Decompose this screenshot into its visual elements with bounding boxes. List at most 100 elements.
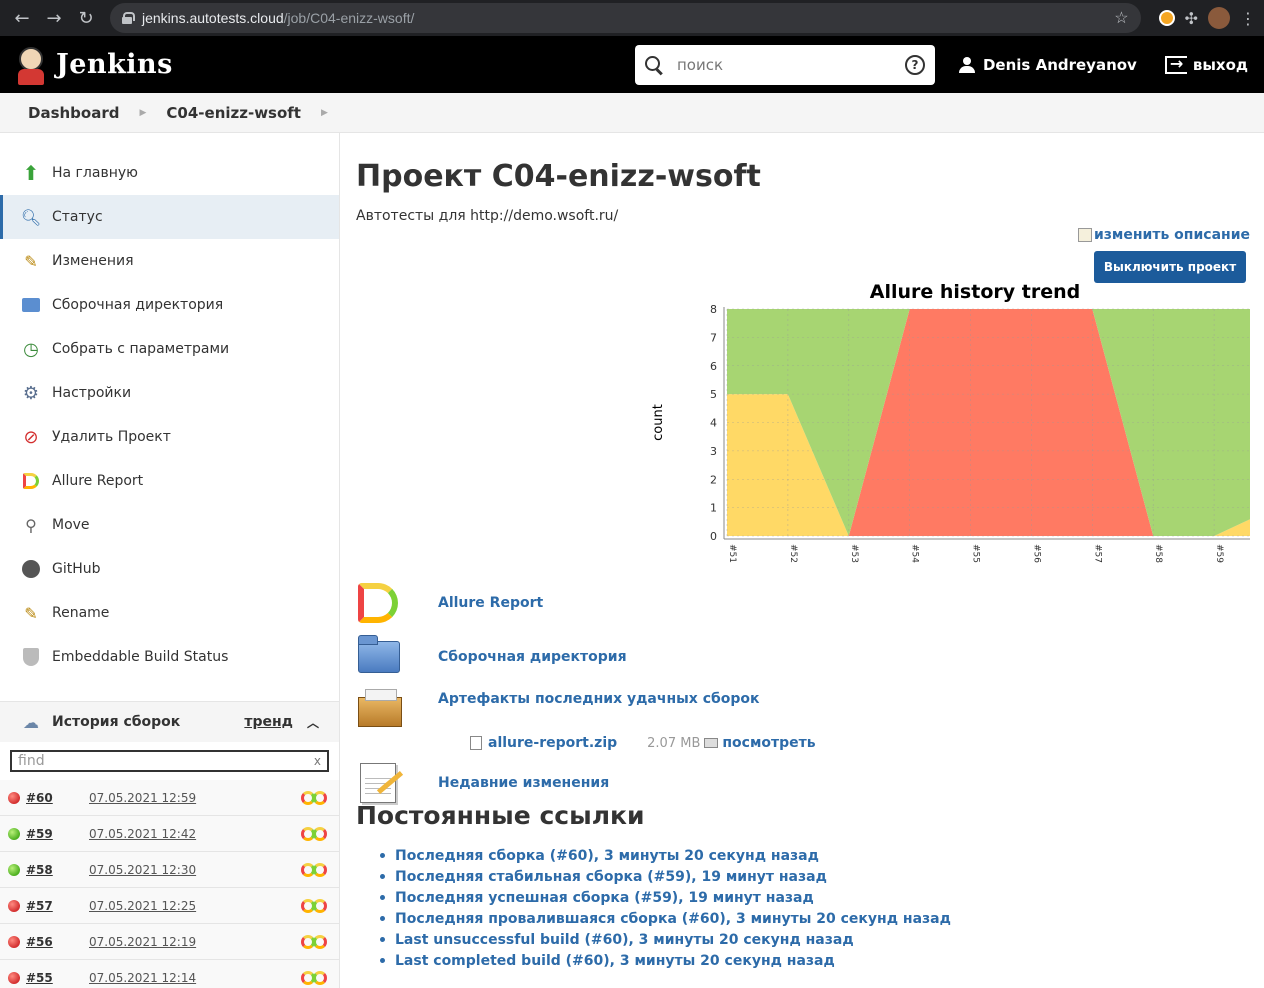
build-row[interactable]: #60 07.05.2021 12:59 (0, 780, 339, 816)
trend-link[interactable]: тренд (244, 714, 293, 730)
jenkins-logo[interactable]: Jenkins (16, 45, 173, 85)
build-date-link[interactable]: 07.05.2021 12:30 (89, 863, 196, 877)
allure-report-link[interactable]: Allure Report (438, 595, 543, 611)
box-icon (356, 689, 406, 733)
link-allure-report[interactable]: Allure Report (356, 581, 816, 625)
sidebar-item-build-with-params[interactable]: ◷ Собрать с параметрами (0, 327, 339, 371)
sidebar-item-delete[interactable]: ⊘ Удалить Проект (0, 415, 339, 459)
x-tick-label: #53 (849, 544, 859, 563)
artifacts-link[interactable]: Артефакты последних удачных сборок (438, 691, 760, 707)
y-tick-label: 1 (710, 502, 717, 515)
link-recent-changes[interactable]: Недавние изменения (356, 761, 816, 805)
build-date-link[interactable]: 07.05.2021 12:59 (89, 791, 196, 805)
sidebar-item-rename[interactable]: ✎ Rename (0, 591, 339, 635)
profile-avatar[interactable] (1208, 7, 1230, 29)
build-row[interactable]: #57 07.05.2021 12:25 (0, 888, 339, 924)
allure-mini-icon[interactable] (301, 862, 331, 877)
build-date-link[interactable]: 07.05.2021 12:42 (89, 827, 196, 841)
sidebar-item-embeddable-status[interactable]: Embeddable Build Status (0, 635, 339, 679)
chevron-up-icon[interactable]: ︿ (307, 714, 319, 731)
no-entry-icon: ⊘ (23, 426, 39, 448)
status-ball-icon (8, 971, 20, 984)
sidebar-item-label: Embeddable Build Status (52, 649, 229, 665)
allure-mini-icon[interactable] (301, 970, 331, 985)
back-icon[interactable]: ← (8, 4, 36, 32)
y-tick-label: 5 (710, 388, 717, 401)
address-bar[interactable]: jenkins.autotests.cloud/job/C04-enizz-ws… (110, 3, 1141, 33)
project-description: Автотесты для http://demo.wsoft.ru/ (356, 208, 619, 224)
sidebar-item-label: Удалить Проект (52, 429, 171, 445)
build-row[interactable]: #58 07.05.2021 12:30 (0, 852, 339, 888)
build-date-link[interactable]: 07.05.2021 12:19 (89, 935, 196, 949)
gear-icon: ⚙ (22, 382, 40, 404)
artifact-view-link[interactable]: посмотреть (722, 735, 815, 751)
sidebar-item-workspace[interactable]: Сборочная директория (0, 283, 339, 327)
sidebar-item-status[interactable]: 🔍︎ Статус (0, 195, 339, 239)
url-path: /job/C04-enizz-wsoft/ (283, 10, 415, 26)
breadcrumb-project[interactable]: C04-enizz-wsoft (166, 104, 301, 122)
permalink-item[interactable]: Last unsuccessful build (#60), 3 минуты … (380, 929, 951, 950)
clear-filter-icon[interactable]: x (314, 754, 321, 768)
edit-description-link[interactable]: изменить описание (1077, 227, 1250, 243)
breadcrumb-dashboard[interactable]: Dashboard (28, 104, 119, 122)
build-row[interactable]: #59 07.05.2021 12:42 (0, 816, 339, 852)
build-date-link[interactable]: 07.05.2021 12:14 (89, 971, 196, 985)
build-history-header: ☁ История сборок тренд ︿ (0, 702, 339, 742)
permalinks-title: Постоянные ссылки (356, 801, 645, 830)
allure-trend-chart[interactable]: Allure history trend 0 1 2 3 4 5 6 7 8 #51 #52 #53 #5… (646, 281, 1250, 585)
build-number-link[interactable]: #57 (26, 899, 89, 913)
permalink-item[interactable]: Последняя успешная сборка (#59), 19 мину… (380, 887, 951, 908)
puzzle-icon[interactable]: ✣ (1185, 9, 1198, 28)
build-date-link[interactable]: 07.05.2021 12:25 (89, 899, 196, 913)
notepad-icon: ✎ (24, 603, 38, 623)
allure-mini-icon[interactable] (301, 790, 331, 805)
sidebar-item-changes[interactable]: ✎ Изменения (0, 239, 339, 283)
build-history: ☁ История сборок тренд ︿ find x #60 07.05… (0, 701, 339, 988)
build-number-link[interactable]: #58 (26, 863, 89, 877)
menu-dots-icon[interactable]: ⋮ (1240, 9, 1256, 28)
star-icon[interactable]: ☆ (1114, 8, 1128, 28)
user-name: Denis Andreyanov (982, 55, 1137, 74)
reload-icon[interactable]: ↻ (72, 4, 100, 32)
build-number-link[interactable]: #59 (26, 827, 89, 841)
workspace-link[interactable]: Сборочная директория (438, 649, 627, 665)
allure-mini-icon[interactable] (301, 898, 331, 913)
build-number-link[interactable]: #56 (26, 935, 89, 949)
logout-link[interactable]: выход (1164, 54, 1248, 74)
sidebar-item-allure[interactable]: Allure Report (0, 459, 339, 503)
clock-icon: ◷ (23, 338, 39, 360)
user-link[interactable]: Denis Andreyanov (958, 55, 1137, 74)
sidebar-item-github[interactable]: GitHub (0, 547, 339, 591)
artifact-file-link[interactable]: allure-report.zip (488, 735, 617, 751)
x-tick-label: #54 (910, 544, 920, 563)
x-tick-label: #55 (971, 544, 981, 563)
chevron-right-icon[interactable]: ▶ (139, 108, 146, 118)
permalink-item[interactable]: Последняя стабильная сборка (#59), 19 ми… (380, 866, 951, 887)
sidebar-item-move[interactable]: ⚲ Move (0, 503, 339, 547)
recent-changes-link[interactable]: Недавние изменения (438, 775, 609, 791)
disable-project-button[interactable]: Выключить проект (1094, 251, 1246, 283)
build-number-link[interactable]: #55 (26, 971, 89, 985)
sidebar-item-configure[interactable]: ⚙ Настройки (0, 371, 339, 415)
build-history-title: История сборок (52, 714, 181, 730)
link-artifacts[interactable]: Артефакты последних удачных сборок (356, 689, 816, 733)
permalink-item[interactable]: Последняя сборка (#60), 3 минуты 20 секу… (380, 845, 951, 866)
sidebar-item-label: Rename (52, 605, 110, 621)
allure-mini-icon[interactable] (301, 934, 331, 949)
forward-icon[interactable]: → (40, 4, 68, 32)
trend-chart-svg: Allure history trend 0 1 2 3 4 5 6 7 8 #51 #52 #53 #5… (651, 281, 1250, 563)
sidebar-item-label: Move (52, 517, 90, 533)
build-filter-input[interactable]: find x (10, 750, 329, 772)
permalink-item[interactable]: Последняя провалившаяся сборка (#60), 3 … (380, 908, 951, 929)
sidebar-item-home[interactable]: ⬆ На главную (0, 151, 339, 195)
link-workspace[interactable]: Сборочная директория (356, 635, 816, 679)
extension-icon[interactable] (1158, 10, 1175, 26)
allure-mini-icon[interactable] (301, 826, 331, 841)
build-row[interactable]: #55 07.05.2021 12:14 (0, 960, 339, 988)
build-number-link[interactable]: #60 (26, 791, 89, 805)
chevron-right-icon[interactable]: ▶ (321, 108, 328, 118)
help-icon[interactable]: ? (904, 54, 925, 75)
search-input[interactable] (676, 55, 905, 74)
build-row[interactable]: #56 07.05.2021 12:19 (0, 924, 339, 960)
permalink-item[interactable]: Last completed build (#60), 3 минуты 20 … (380, 950, 951, 971)
